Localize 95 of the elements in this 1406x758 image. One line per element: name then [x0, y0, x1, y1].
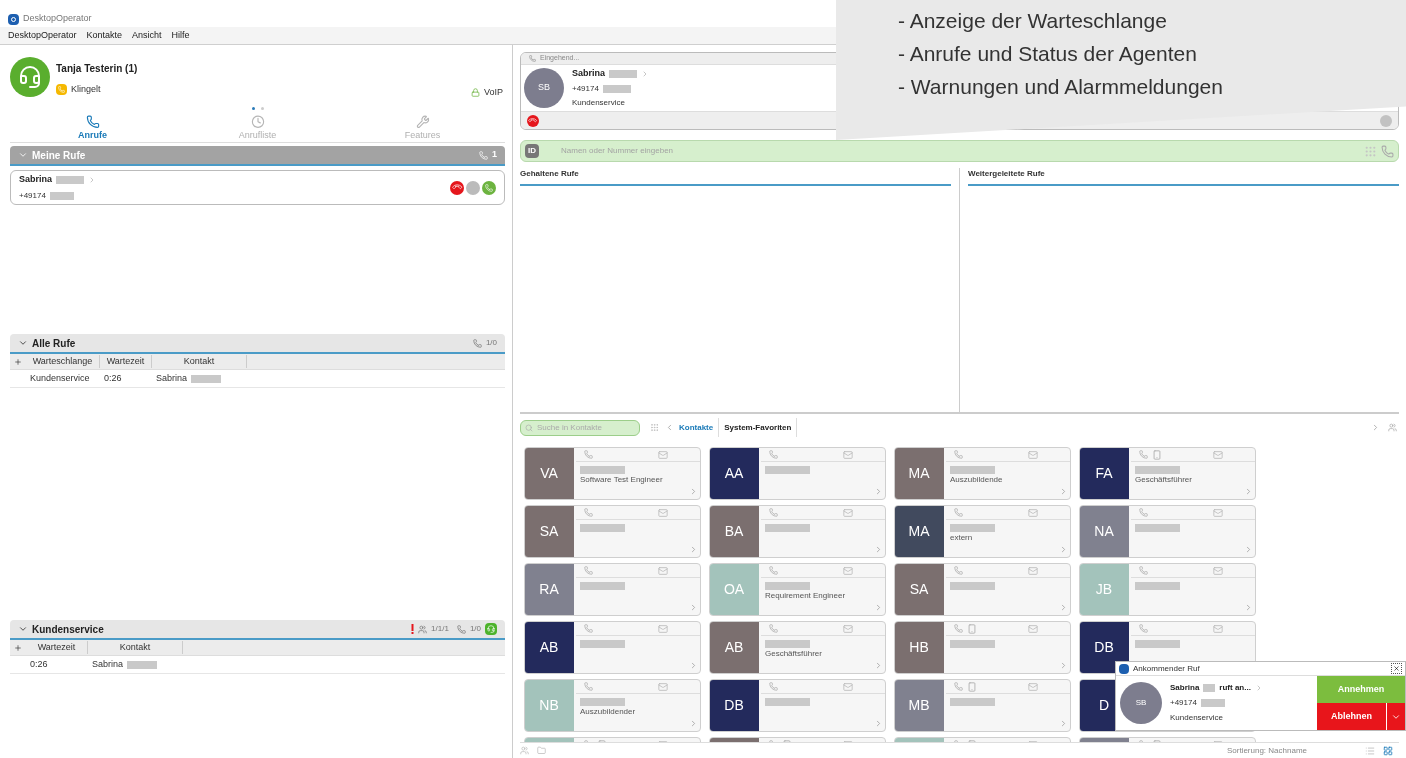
line-type: VoIP	[484, 86, 503, 99]
contact-card[interactable]: NA	[1079, 505, 1256, 558]
contact-title: Requirement Engineer	[765, 590, 847, 601]
column-header[interactable]: Wartezeit	[26, 640, 88, 655]
table-cell-text: 0:26	[103, 371, 123, 385]
contact-avatar: MA	[895, 506, 944, 557]
caller-avatar: SB	[524, 68, 564, 108]
callout-text: - Anrufe und Status der Agenten	[898, 41, 1198, 67]
menu-item[interactable]: Ansicht	[132, 28, 162, 43]
contact-avatar: JB	[1080, 564, 1129, 615]
contact-card[interactable]: HB	[894, 621, 1071, 674]
popup-title: Ankommender Ruf	[1133, 662, 1200, 675]
call-card[interactable]: Sabrina +49174	[10, 170, 505, 205]
queue-name: Kundenservice	[1170, 712, 1223, 724]
nav-tab[interactable]: Anrufe	[10, 115, 175, 142]
contact-card[interactable]: SA	[894, 563, 1071, 616]
dial-field[interactable]: ID Namen oder Nummer eingeben	[520, 140, 1399, 162]
section-header[interactable]: Kundenservice 1/1/1 1/0	[10, 620, 505, 640]
contact-avatar: AB	[710, 622, 759, 673]
panel-title: Weitergeleitete Rufe	[968, 169, 1045, 179]
agent-count: 1/1/1	[431, 623, 449, 635]
column-header[interactable]: Kontakt	[88, 640, 183, 655]
call-count: 1/0	[485, 337, 497, 349]
section-title: Meine Rufe	[32, 148, 86, 163]
contact-card[interactable]: DB	[709, 679, 886, 732]
callout-text: - Anzeige der Warteschlange	[898, 8, 1168, 34]
contact-card[interactable]: BA	[709, 505, 886, 558]
table-cell: Sabrina	[88, 657, 183, 672]
callout-text: - Warnungen und Alarmmeldungen	[898, 74, 1224, 100]
contact-avatar: MA	[895, 448, 944, 499]
call-count: 1/0	[469, 623, 481, 635]
caller-number: +49174	[572, 82, 599, 95]
table-cell-text: Kundenservice	[29, 371, 91, 385]
contact-card[interactable]: AB	[524, 621, 701, 674]
contact-card[interactable]: VA Software Test Engineer	[524, 447, 701, 500]
contact-card[interactable]: RA	[524, 563, 701, 616]
contact-avatar: RA	[525, 564, 574, 615]
contact-card[interactable]: MA Auszubildende	[894, 447, 1071, 500]
sort-label[interactable]: Sortierung: Nachname	[1226, 744, 1307, 757]
id-badge[interactable]: ID	[525, 144, 539, 158]
contact-avatar: AA	[710, 448, 759, 499]
table-cell-text: 0:26	[29, 657, 49, 671]
caller-name: Sabrina	[19, 173, 52, 187]
section-title: Kundenservice	[32, 622, 104, 637]
contact-avatar: SA	[525, 506, 574, 557]
contact-avatar: SA	[895, 564, 944, 615]
menu-item[interactable]: Kontakte	[86, 28, 123, 43]
contact-title: Auszubildende	[950, 474, 1004, 485]
contact-card[interactable]: MB	[894, 679, 1071, 732]
call-message: ruft an...	[1219, 682, 1251, 694]
contact-card[interactable]: MA extern	[894, 505, 1071, 558]
column-header[interactable]: Kontakt	[152, 354, 247, 369]
contact-avatar: FA	[1080, 448, 1129, 499]
contact-avatar: DB	[1080, 622, 1129, 673]
contact-avatar: HB	[895, 622, 944, 673]
section-title: Alle Rufe	[32, 336, 76, 351]
contact-card[interactable]: AB Geschäftsführer	[709, 621, 886, 674]
column-header[interactable]: Warteschlange	[26, 354, 100, 369]
window-title: DesktopOperator	[23, 11, 92, 25]
contact-avatar: MB	[895, 680, 944, 731]
contact-card[interactable]: FA Geschäftsführer	[1079, 447, 1256, 500]
contact-avatar: NA	[1080, 506, 1129, 557]
caller-name: Sabrina	[1170, 682, 1200, 694]
contact-tab[interactable]: Kontakte	[674, 418, 720, 437]
contact-avatar: NB	[525, 680, 574, 731]
menu-item[interactable]: DesktopOperator	[8, 28, 77, 43]
contact-title: Auszubildender	[580, 706, 637, 717]
dial-input[interactable]: Namen oder Nummer eingeben	[561, 145, 1364, 157]
contact-avatar: BA	[710, 506, 759, 557]
caller-avatar: SB	[1120, 682, 1162, 724]
contact-card[interactable]: AA	[709, 447, 886, 500]
contact-title: Software Test Engineer	[580, 474, 664, 485]
section-header[interactable]: Alle Rufe 1/0	[10, 334, 505, 354]
menu-item[interactable]: Hilfe	[171, 28, 190, 43]
contact-card[interactable]: OA Requirement Engineer	[709, 563, 886, 616]
contact-avatar: AB	[525, 622, 574, 673]
table-cell: Sabrina	[152, 371, 247, 386]
contact-title: Geschäftsführer	[1135, 474, 1193, 485]
contact-avatar: OA	[710, 564, 759, 615]
column-header[interactable]: Wartezeit	[100, 354, 152, 369]
agent-status: Klingelt	[71, 83, 101, 96]
agent-name: Tanja Testerin (1)	[56, 62, 138, 76]
contact-avatar: DB	[710, 680, 759, 731]
call-count: 1	[492, 148, 497, 162]
panel-title: Gehaltene Rufe	[520, 169, 579, 179]
caller-name: Sabrina	[572, 67, 605, 81]
contact-title: Geschäftsführer	[765, 648, 823, 659]
caller-number: +49174	[19, 189, 46, 202]
contact-card[interactable]: NB Auszubildender	[524, 679, 701, 732]
contact-card[interactable]: SA	[524, 505, 701, 558]
contact-tab[interactable]: System-Favoriten	[719, 418, 798, 437]
caller-number: +49174	[1170, 697, 1197, 709]
queue-name: Kundenservice	[572, 96, 626, 109]
contact-title: extern	[950, 532, 974, 543]
contact-avatar: VA	[525, 448, 574, 499]
